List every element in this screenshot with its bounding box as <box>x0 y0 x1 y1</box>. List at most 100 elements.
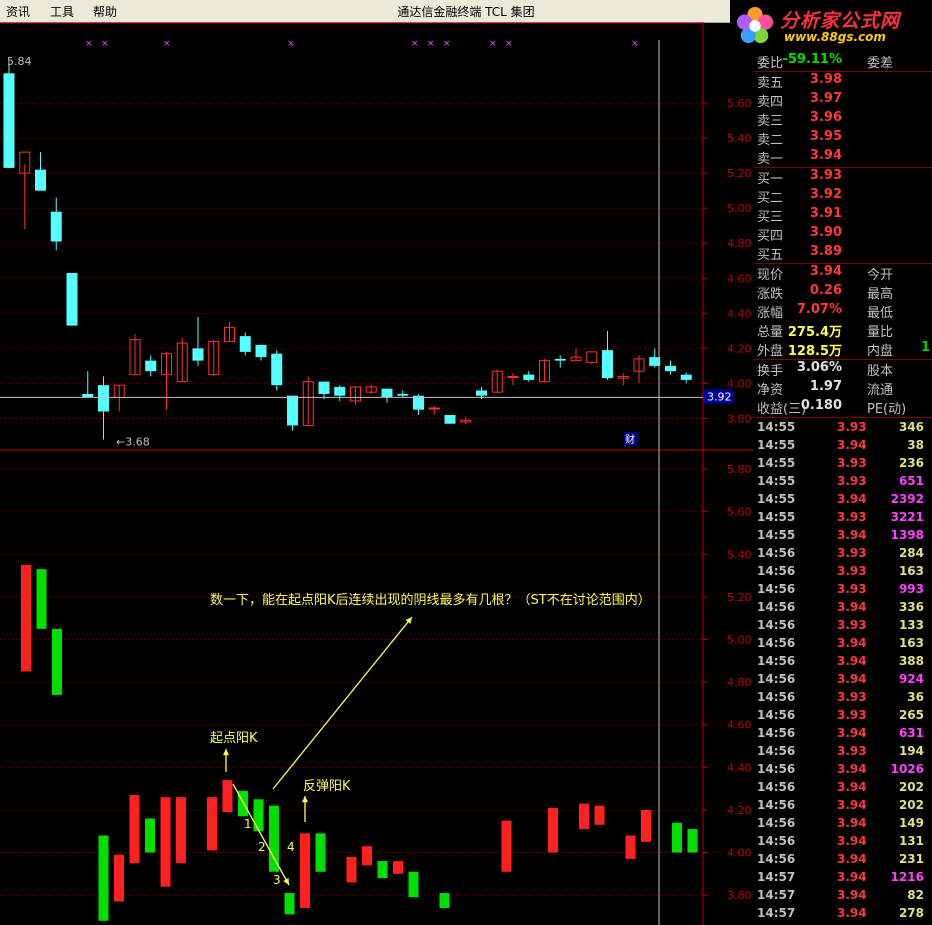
flower-logo-icon <box>736 6 774 44</box>
tick-row: 14:56 3.93 194 <box>754 744 932 762</box>
axis-label: 4.60 <box>727 272 752 285</box>
tick-volume: 202 <box>898 798 924 812</box>
axis-label: 4.20 <box>727 342 752 355</box>
event-marker: × <box>287 39 295 49</box>
stat-label: 涨跌 <box>757 287 784 302</box>
tick-time: 14:56 <box>757 636 796 650</box>
bid-label: 买一 <box>757 172 784 187</box>
tick-row: 14:56 3.93 265 <box>754 708 932 726</box>
stat-label2: 量比 <box>867 325 894 340</box>
candle-body <box>507 375 519 378</box>
tick-price: 3.94 <box>837 816 867 830</box>
menu-news[interactable]: 资讯 <box>6 3 30 20</box>
tick-row: 14:56 3.94 202 <box>754 780 932 798</box>
candle-body <box>98 385 109 412</box>
tick-price: 3.94 <box>837 672 867 686</box>
bid-row: 买四 3.90 <box>754 225 932 244</box>
indicator-bar <box>408 871 419 898</box>
tick-time: 14:56 <box>757 762 796 776</box>
axis-label: 4.80 <box>727 237 752 250</box>
low-label: ←3.68 <box>116 435 150 448</box>
count-label: 4 <box>287 840 295 854</box>
stat-label: 外盘 <box>757 344 784 359</box>
tick-volume: 284 <box>898 546 924 560</box>
tick-price: 3.94 <box>837 654 867 668</box>
tick-volume: 38 <box>907 438 924 452</box>
tick-volume: 336 <box>898 600 924 614</box>
candle-body <box>35 169 46 191</box>
tick-volume: 993 <box>898 582 924 596</box>
order-ratio-value: -59.11% <box>782 52 842 67</box>
tick-row: 14:56 3.93 993 <box>754 582 932 600</box>
stat-row: 外盘 128.5万 内盘 1 <box>754 340 932 359</box>
tick-price: 3.93 <box>837 690 867 704</box>
tick-time: 14:56 <box>757 546 796 560</box>
candle-body <box>381 388 393 398</box>
tick-volume: 163 <box>898 564 924 578</box>
tick-volume: 163 <box>898 636 924 650</box>
candle-body <box>82 393 94 398</box>
stat-value: 0.26 <box>809 283 842 298</box>
event-marker: × <box>411 39 419 49</box>
tick-row: 14:56 3.94 631 <box>754 726 932 744</box>
indicator-bar <box>625 835 636 859</box>
tick-price: 3.93 <box>837 456 867 470</box>
stat-label: 收益(三) <box>757 402 807 417</box>
tick-price: 3.94 <box>837 636 867 650</box>
menu-tools[interactable]: 工具 <box>50 3 74 20</box>
tick-price: 3.94 <box>837 600 867 614</box>
indicator-bar <box>393 861 403 874</box>
event-marker: × <box>85 39 93 49</box>
axis-label: 4.80 <box>727 676 752 689</box>
tick-row: 14:56 3.94 924 <box>754 672 932 690</box>
tick-time: 14:56 <box>757 582 796 596</box>
tick-volume: 231 <box>898 852 924 866</box>
tick-time: 14:56 <box>757 564 796 578</box>
rebound-label: 反弹阳K <box>303 779 351 794</box>
indicator-bar <box>269 805 279 872</box>
tick-row: 14:55 3.93 346 <box>754 420 932 438</box>
stat-row: 净资 1.97 流通 <box>754 379 932 398</box>
tick-price: 3.93 <box>837 474 867 488</box>
menu-help[interactable]: 帮助 <box>93 3 117 20</box>
event-marker: × <box>505 39 513 49</box>
count-label: 3 <box>273 873 281 887</box>
tick-price: 3.93 <box>837 708 867 722</box>
ask-price: 3.95 <box>809 129 842 144</box>
tick-row: 14:56 3.94 1026 <box>754 762 932 780</box>
tick-row: 14:55 3.94 38 <box>754 438 932 456</box>
bid-label: 买二 <box>757 191 784 206</box>
stat-label2: 股本 <box>867 364 894 379</box>
tick-price: 3.94 <box>837 870 867 884</box>
tick-volume: 194 <box>898 744 924 758</box>
axis-label: 5.00 <box>727 633 752 646</box>
indicator-bar <box>439 893 450 908</box>
tick-time: 14:56 <box>757 816 796 830</box>
axis-label: 4.40 <box>727 761 752 774</box>
tick-volume: 82 <box>907 888 924 902</box>
tick-row: 14:57 3.94 1216 <box>754 870 932 888</box>
kline-chart[interactable]: 5.60 5.40 5.20 5.00 4.80 4.60 4.40 4.20 4.00 3.80… <box>0 22 754 925</box>
tick-price: 3.94 <box>837 834 867 848</box>
tick-row: 14:56 3.93 36 <box>754 690 932 708</box>
bid-label: 买五 <box>757 248 784 263</box>
tick-time: 14:57 <box>757 888 796 902</box>
ask-row: 卖四 3.97 <box>754 91 932 110</box>
event-marker: × <box>163 39 171 49</box>
axis-label: 4.00 <box>727 377 752 390</box>
stat-label: 总量 <box>757 325 784 340</box>
start-label: 起点阳K <box>210 731 258 746</box>
ask-label: 卖二 <box>757 133 784 148</box>
tick-volume: 1026 <box>890 762 924 776</box>
rebound-arrow-head <box>301 796 309 803</box>
tick-time: 14:55 <box>757 438 796 452</box>
stat-value: 3.06% <box>796 360 842 375</box>
stat-label: 涨幅 <box>757 306 784 321</box>
tick-row: 14:56 3.94 149 <box>754 816 932 834</box>
count-label: 2 <box>258 840 266 854</box>
bid-label: 买三 <box>757 210 784 225</box>
stat-label2: 最低 <box>867 306 894 321</box>
indicator-bar <box>222 780 233 813</box>
tick-price: 3.94 <box>837 528 867 542</box>
candle-body <box>476 390 487 396</box>
